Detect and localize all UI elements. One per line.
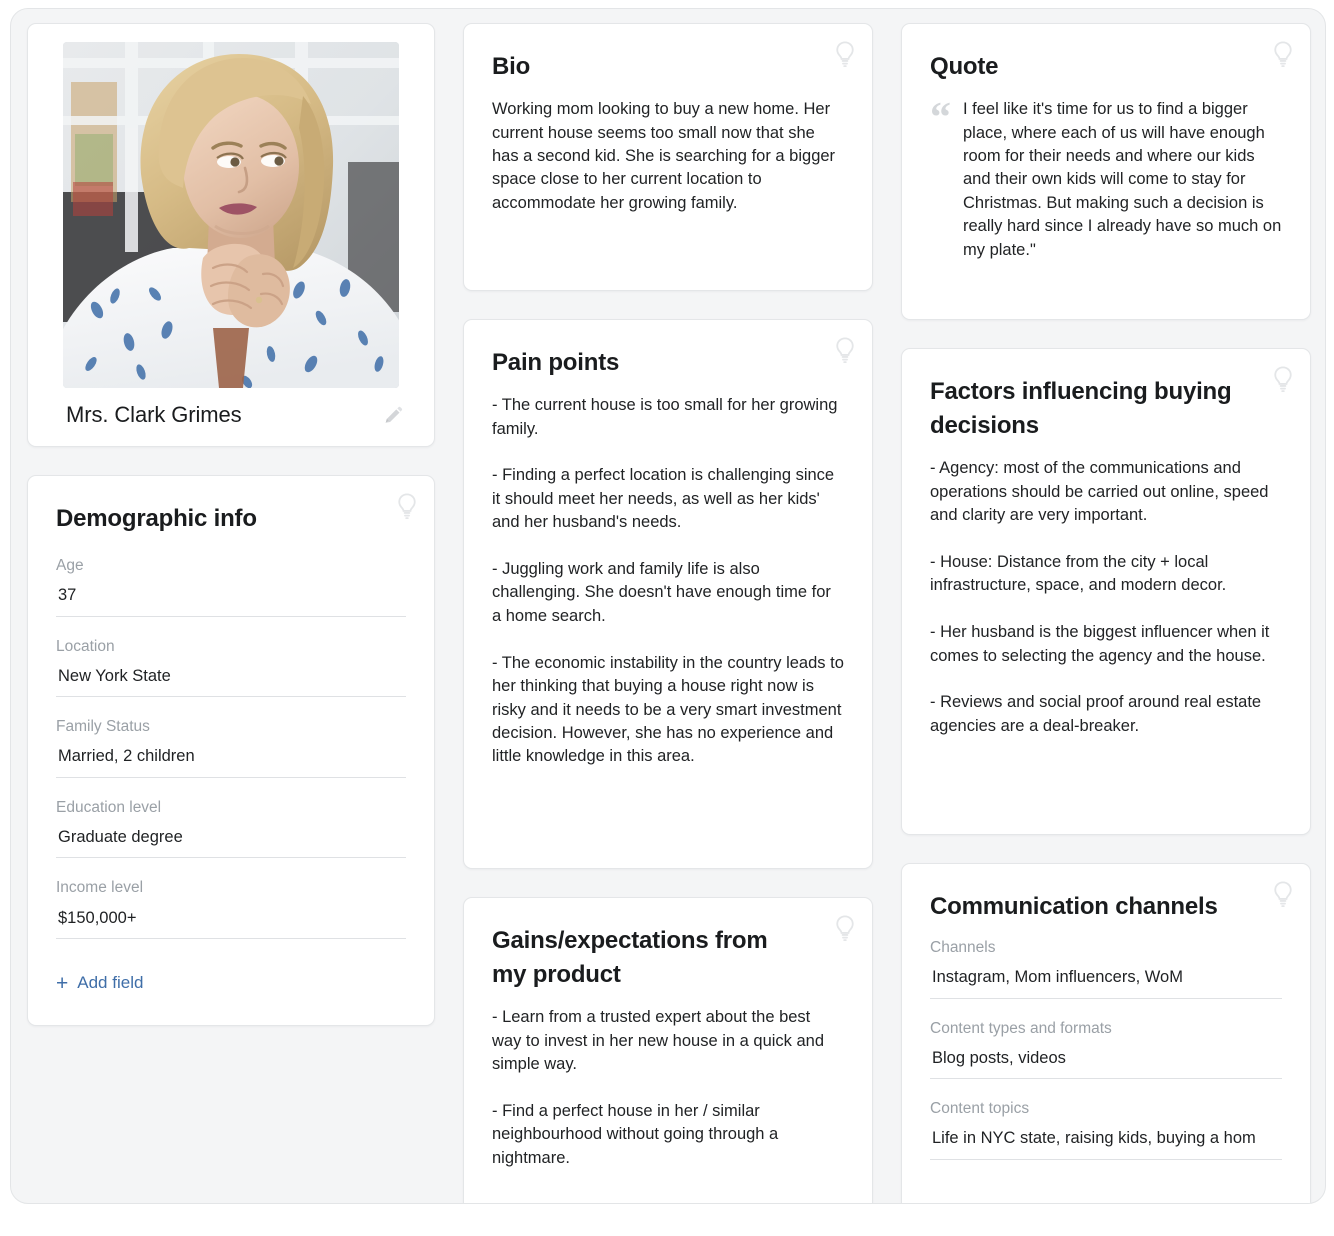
card-title: Quote [930, 53, 999, 80]
field-value[interactable]: Instagram, Mom influencers, WoM [930, 967, 1282, 999]
factors-text[interactable]: - Agency: most of the communications and… [930, 457, 1282, 738]
field-value[interactable]: Graduate degree [56, 827, 406, 859]
persona-name-row: Mrs. Clark Grimes [46, 388, 416, 432]
quote-card: Quote “ I feel like it's time for us to … [901, 23, 1311, 320]
bio-card: Bio Working mom looking to buy a new hom… [463, 23, 873, 291]
left-column: Mrs. Clark Grimes Demographic info Age 3… [27, 23, 435, 1026]
pencil-icon[interactable] [382, 404, 404, 426]
pain-points-text[interactable]: - The current house is too small for her… [492, 394, 844, 769]
field-value[interactable]: Married, 2 children [56, 746, 406, 778]
field-content-topics: Content topics Life in NYC state, raisin… [930, 1099, 1282, 1160]
field-label: Channels [930, 939, 996, 957]
field-label: Content types and formats [930, 1019, 1112, 1037]
field-value[interactable]: 37 [56, 585, 406, 617]
field-value[interactable]: Blog posts, videos [930, 1048, 1282, 1080]
factors-influencing-buying-decisions-card: Factors influencing buying decisions - A… [901, 348, 1311, 835]
lightbulb-icon[interactable] [832, 40, 858, 68]
demographic-info-card: Demographic info Age 37 Location New Yor… [27, 475, 435, 1026]
add-field-button[interactable]: + Add field [56, 973, 143, 994]
bio-text[interactable]: Working mom looking to buy a new home. H… [492, 98, 844, 215]
gains-expectations-card: Gains/expectations from my product - Lea… [463, 897, 873, 1203]
field-label: Income level [56, 879, 144, 897]
field-age: Age 37 [56, 556, 406, 617]
card-title: Gains/expectations from my product [492, 927, 768, 989]
card-title: Demographic info [56, 505, 257, 532]
card-title: Communication channels [930, 893, 1218, 920]
add-field-label: Add field [77, 973, 144, 993]
plus-icon: + [56, 971, 69, 995]
field-content-types-and-formats: Content types and formats Blog posts, vi… [930, 1019, 1282, 1080]
quote-mark-icon: “ [930, 95, 951, 142]
lightbulb-icon[interactable] [1270, 880, 1296, 908]
field-label: Location [56, 637, 115, 655]
avatar[interactable] [63, 42, 399, 388]
card-title: Bio [492, 53, 531, 80]
field-family-status: Family Status Married, 2 children [56, 717, 406, 778]
field-label: Education level [56, 798, 162, 816]
right-column: Quote “ I feel like it's time for us to … [901, 23, 1311, 1203]
persona-board-container: Mrs. Clark Grimes Demographic info Age 3… [10, 8, 1326, 1204]
quote-text[interactable]: I feel like it's time for us to find a b… [963, 98, 1282, 262]
field-value[interactable]: New York State [56, 666, 406, 698]
lightbulb-icon[interactable] [832, 914, 858, 942]
persona-identity-card: Mrs. Clark Grimes [27, 23, 435, 447]
field-location: Location New York State [56, 637, 406, 698]
pain-points-card: Pain points - The current house is too s… [463, 319, 873, 869]
field-label: Content topics [930, 1100, 1030, 1118]
lightbulb-icon[interactable] [394, 492, 420, 520]
field-value[interactable]: Life in NYC state, raising kids, buying … [930, 1128, 1282, 1160]
field-label: Age [56, 557, 84, 575]
field-label: Family Status [56, 718, 150, 736]
persona-board: Mrs. Clark Grimes Demographic info Age 3… [11, 9, 1325, 1203]
field-income-level: Income level $150,000+ [56, 878, 406, 939]
field-channels: Channels Instagram, Mom influencers, WoM [930, 938, 1282, 999]
field-education-level: Education level Graduate degree [56, 798, 406, 859]
card-title: Factors influencing buying decisions [930, 378, 1232, 440]
lightbulb-icon[interactable] [1270, 365, 1296, 393]
quote-block: “ I feel like it's time for us to find a… [930, 95, 1282, 262]
lightbulb-icon[interactable] [832, 336, 858, 364]
middle-column: Bio Working mom looking to buy a new hom… [463, 23, 873, 1203]
card-bottom-spacer [930, 1160, 1282, 1178]
persona-name: Mrs. Clark Grimes [66, 402, 242, 427]
card-title: Pain points [492, 349, 620, 376]
field-value[interactable]: $150,000+ [56, 908, 406, 939]
communication-channels-card: Communication channels Channels Instagra… [901, 863, 1311, 1203]
gains-text[interactable]: - Learn from a trusted expert about the … [492, 1006, 844, 1170]
lightbulb-icon[interactable] [1270, 40, 1296, 68]
